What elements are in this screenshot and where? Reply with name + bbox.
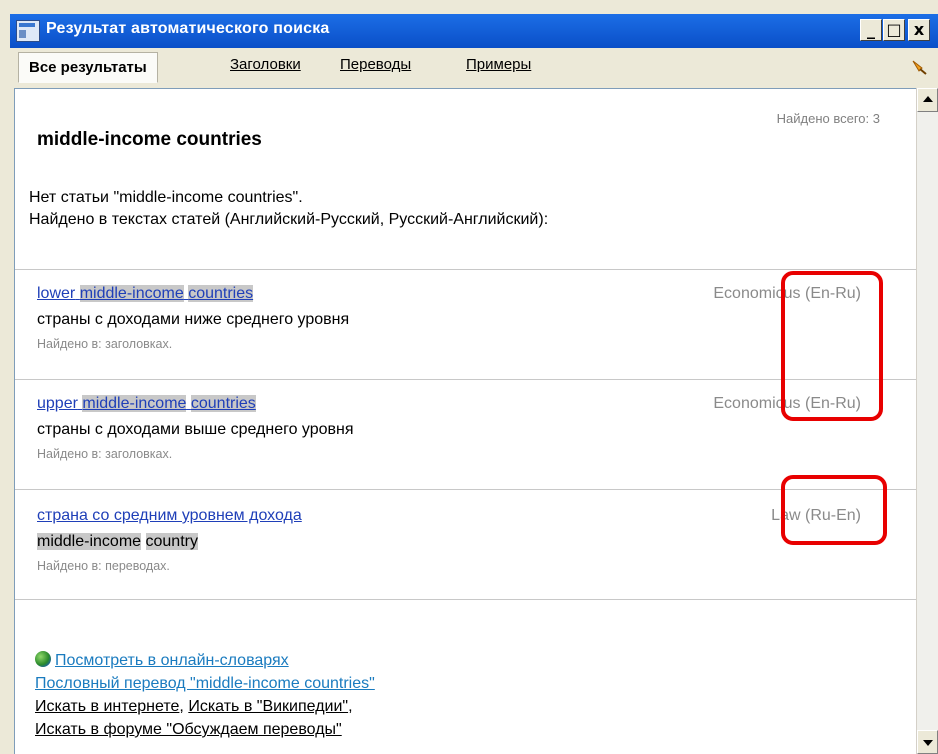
search-results-window: Результат автоматического поиска _ □ x В…	[0, 0, 938, 754]
entry-head-match[interactable]: middle-income	[82, 395, 187, 412]
translation-match: middle-income	[37, 533, 142, 550]
tab-bar: Все результаты Заголовки Переводы Пример…	[10, 48, 938, 88]
search-wikipedia-link[interactable]: Искать в "Википедии"	[188, 698, 348, 715]
entry-translation: страны с доходами выше среднего уровня	[37, 421, 354, 438]
search-forum-link[interactable]: Искать в форуме "Обсуждаем переводы"	[35, 721, 342, 738]
tab-headings[interactable]: Заголовки	[230, 56, 301, 73]
entry-head-word[interactable]: lower	[37, 285, 75, 302]
divider	[15, 599, 916, 600]
online-dictionaries-link[interactable]: Посмотреть в онлайн-словарях	[55, 652, 289, 669]
globe-icon	[35, 651, 51, 667]
entry-link[interactable]: страна со средним уровнем дохода	[37, 507, 897, 525]
scroll-down-button[interactable]	[917, 730, 938, 754]
translation-match: country	[145, 533, 198, 550]
tab-examples[interactable]: Примеры	[466, 56, 531, 73]
result-entry: upper middle-income countries страны с д…	[37, 395, 897, 461]
note-line-1: Нет статьи "middle-income countries".	[29, 189, 303, 206]
window-title: Результат автоматического поиска	[46, 20, 330, 37]
word-by-word-translation-link[interactable]: Пословный перевод "middle-income countri…	[35, 675, 375, 692]
entry-found-in: Найдено в: заголовках.	[37, 447, 173, 461]
query-headword: middle-income countries	[37, 129, 262, 150]
annotation-highlight-box	[781, 271, 883, 421]
maximize-button[interactable]: □	[883, 19, 905, 41]
entry-found-in: Найдено в: переводах.	[37, 559, 170, 573]
tab-all-results[interactable]: Все результаты	[18, 52, 158, 83]
entry-translation: middle-income country	[37, 533, 897, 551]
tab-translations[interactable]: Переводы	[340, 56, 411, 73]
footer-links: Посмотреть в онлайн-словарях Пословный п…	[35, 651, 375, 738]
entry-translation: страны с доходами ниже среднего уровня	[37, 311, 350, 328]
title-bar[interactable]: Результат автоматического поиска _ □ x	[10, 14, 938, 48]
entry-found-in: Найдено в: заголовках.	[37, 337, 173, 351]
entry-head-match[interactable]: middle-income	[79, 285, 184, 302]
entry-head-match[interactable]: countries	[188, 285, 254, 302]
entry-head-word[interactable]: upper	[37, 395, 78, 412]
pin-icon[interactable]	[910, 58, 928, 76]
search-internet-link[interactable]: Искать в интернете	[35, 698, 179, 715]
result-entry: страна со средним уровнем дохода middle-…	[37, 507, 897, 573]
entry-head-match[interactable]: countries	[190, 395, 256, 412]
close-button[interactable]: x	[908, 19, 930, 41]
annotation-highlight-box	[781, 475, 887, 545]
window-icon	[16, 20, 40, 42]
results-pane[interactable]: Найдено всего: 3 middle-income countries…	[14, 88, 916, 754]
scroll-up-button[interactable]	[917, 88, 938, 112]
no-article-note: Нет статьи "middle-income countries". На…	[29, 187, 548, 231]
note-line-2: Найдено в текстах статей (Английский-Рус…	[29, 211, 549, 228]
vertical-scrollbar[interactable]	[916, 88, 938, 754]
divider	[15, 269, 916, 270]
result-entry: lower middle-income countries страны с д…	[37, 285, 897, 351]
minimize-button[interactable]: _	[860, 19, 882, 41]
found-total: Найдено всего: 3	[776, 111, 880, 126]
